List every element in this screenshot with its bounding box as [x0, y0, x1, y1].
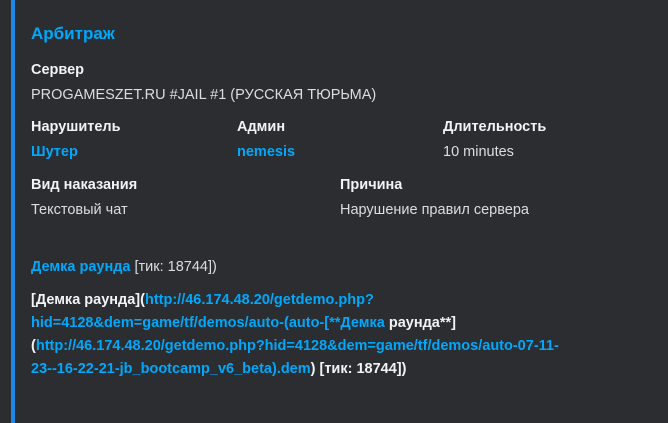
field-value-server: PROGAMESZET.RU #JAIL #1 (РУССКАЯ ТЮРЬМА): [31, 87, 377, 103]
raw-markdown-text: [Демка раунда](http://46.174.48.20/getde…: [31, 289, 651, 381]
field-value-punishment: Текстовый чат: [31, 202, 128, 218]
embed-accent-bar: [11, 0, 15, 423]
field-label-admin: Админ: [237, 119, 286, 135]
demo-link[interactable]: Демка раунда: [31, 259, 130, 275]
raw-line2-suffix: раунда**]: [384, 315, 456, 331]
embed-title: Арбитраж: [31, 24, 115, 43]
raw-line1-prefix: [Демка раунда](: [31, 292, 145, 308]
raw-demo-url-1-cont[interactable]: hid=4128&dem=game/tf/demos/auto-(auto-[*…: [31, 315, 385, 331]
admin-link[interactable]: nemesis: [237, 144, 295, 160]
field-value-reason: Нарушение правил сервера: [340, 202, 529, 218]
raw-demo-url-2[interactable]: http://46.174.48.20/getdemo.php?hid=4128…: [36, 338, 559, 354]
field-value-duration: 10 minutes: [443, 144, 514, 160]
demo-field: Демка раунда [тик: 18744]): [31, 259, 217, 275]
field-label-punishment: Вид наказания: [31, 177, 138, 193]
field-label-offender: Нарушитель: [31, 119, 121, 135]
offender-link[interactable]: Шутер: [31, 144, 78, 160]
field-label-server: Сервер: [31, 62, 85, 78]
raw-line4-suffix: ) [тик: 18744]): [310, 361, 407, 377]
field-label-reason: Причина: [340, 177, 403, 193]
raw-demo-url-1[interactable]: http://46.174.48.20/getdemo.php?: [145, 292, 374, 308]
raw-demo-url-2-cont[interactable]: 23--16-22-21-jb_bootcamp_v6_beta).dem: [31, 361, 311, 377]
embed-card: Арбитраж Сервер PROGAMESZET.RU #JAIL #1 …: [0, 0, 668, 423]
field-label-duration: Длительность: [443, 119, 547, 135]
demo-tick: [тик: 18744]): [134, 259, 217, 275]
